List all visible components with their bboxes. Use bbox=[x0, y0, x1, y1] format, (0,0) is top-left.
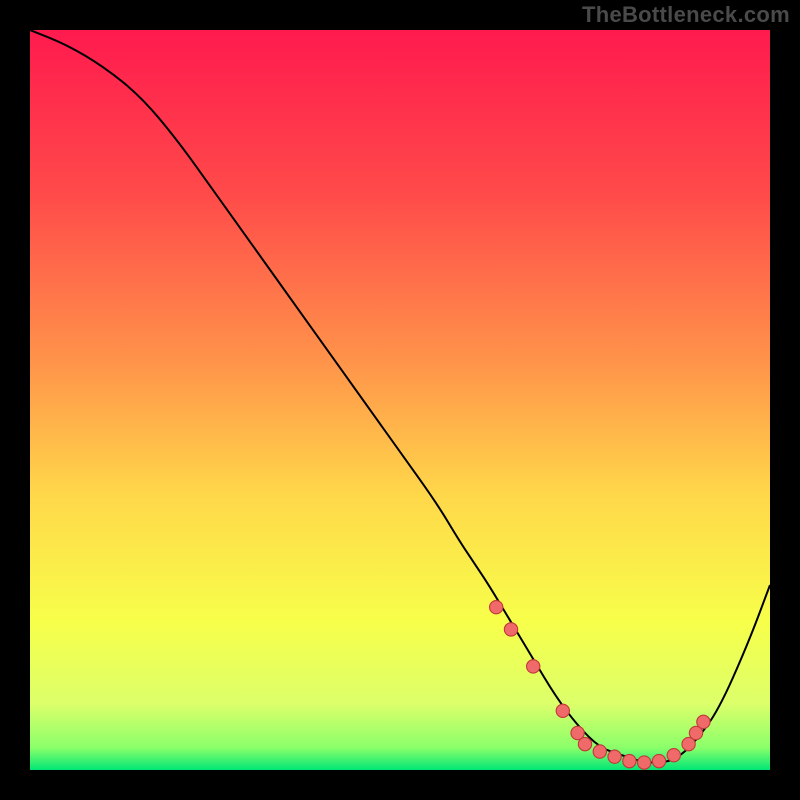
curve-marker bbox=[593, 745, 606, 758]
curve-marker bbox=[608, 750, 621, 763]
curve-marker bbox=[697, 715, 710, 728]
curve-marker bbox=[504, 623, 517, 636]
curve-marker bbox=[578, 737, 591, 750]
curve-marker bbox=[638, 756, 651, 769]
curve-marker bbox=[623, 754, 636, 767]
bottleneck-curve-path bbox=[30, 30, 770, 763]
chart-svg bbox=[30, 30, 770, 770]
curve-marker bbox=[527, 660, 540, 673]
curve-marker bbox=[652, 754, 665, 767]
curve-marker bbox=[490, 601, 503, 614]
plot-area bbox=[30, 30, 770, 770]
curve-marker bbox=[667, 749, 680, 762]
chart-frame: TheBottleneck.com bbox=[0, 0, 800, 800]
curve-marker bbox=[556, 704, 569, 717]
watermark-text: TheBottleneck.com bbox=[582, 2, 790, 28]
marker-group bbox=[490, 601, 711, 770]
